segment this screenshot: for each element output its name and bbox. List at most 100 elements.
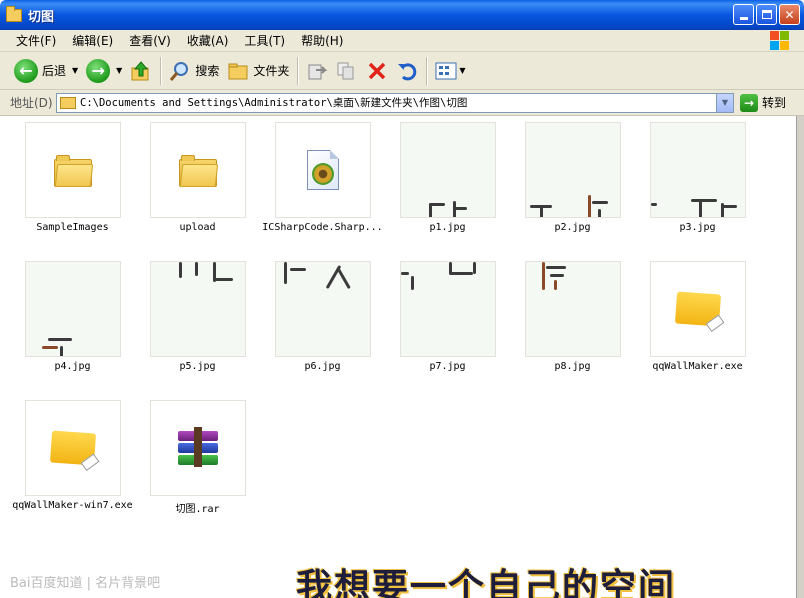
window-controls: ✕: [733, 4, 800, 25]
menu-favorites[interactable]: 收藏(A): [179, 32, 237, 49]
search-label: 搜索: [195, 64, 220, 78]
minimize-icon: [739, 17, 748, 20]
file-item[interactable]: p2.jpg: [510, 122, 635, 233]
maximize-icon: [761, 10, 772, 19]
app-icon: [49, 430, 96, 466]
folders-button[interactable]: 文件夹: [223, 55, 293, 87]
image-thumbnail: [524, 261, 621, 357]
delete-button[interactable]: [362, 55, 392, 87]
menu-tools[interactable]: 工具(T): [236, 32, 293, 49]
file-item[interactable]: p3.jpg: [635, 122, 760, 233]
image-thumbnail: [399, 122, 496, 218]
file-name: qqWallMaker.exe: [652, 361, 743, 372]
folder-up-icon: [130, 60, 152, 82]
undo-icon: [396, 60, 418, 82]
forward-dropdown-icon[interactable]: ▼: [116, 66, 122, 75]
views-grid-icon: [435, 60, 457, 82]
address-label: 地址(D): [10, 96, 53, 110]
back-label: 后退: [42, 64, 67, 78]
file-name: p6.jpg: [304, 361, 341, 372]
file-item[interactable]: p1.jpg: [385, 122, 510, 233]
image-thumbnail: [649, 122, 746, 218]
file-item[interactable]: p6.jpg: [260, 261, 385, 372]
file-thumbnail: [649, 261, 746, 357]
menu-edit[interactable]: 编辑(E): [64, 32, 121, 49]
window-title: 切图: [28, 9, 55, 25]
image-thumbnail: [524, 122, 621, 218]
overlay-caption: 我想要一个自己的空间: [296, 567, 677, 598]
file-item[interactable]: p4.jpg: [10, 261, 135, 372]
folders-label: 文件夹: [253, 64, 290, 78]
search-icon: [169, 60, 191, 82]
back-button[interactable]: ← 后退 ▼: [10, 55, 82, 87]
go-button[interactable]: → 转到: [740, 93, 787, 112]
toolbar: ← 后退 ▼ → ▼ 搜索 文件夹 ▼: [0, 52, 804, 90]
views-button[interactable]: ▼: [431, 55, 469, 87]
file-item[interactable]: SampleImages: [10, 122, 135, 233]
search-button[interactable]: 搜索: [165, 55, 223, 87]
file-item[interactable]: qqWallMaker.exe: [635, 261, 760, 372]
back-dropdown-icon[interactable]: ▼: [72, 66, 78, 75]
app-icon: [674, 291, 721, 327]
file-item[interactable]: 切图.rar: [135, 400, 260, 515]
file-list[interactable]: SampleImages upload ICSharpCode.Sharp...…: [0, 116, 796, 598]
delete-x-icon: [366, 60, 388, 82]
up-button[interactable]: [126, 55, 156, 87]
forward-arrow-icon: →: [86, 58, 111, 83]
windows-logo-icon: [770, 31, 790, 51]
folder-thumbnail: [149, 122, 246, 218]
copy-to-icon: [336, 60, 358, 82]
forward-button[interactable]: → ▼: [82, 55, 126, 87]
file-thumbnail: [24, 400, 121, 496]
file-name: p7.jpg: [429, 361, 466, 372]
file-name: SampleImages: [36, 222, 109, 233]
folder-thumbnail: [24, 122, 121, 218]
file-name: p2.jpg: [554, 222, 591, 233]
address-dropdown-icon[interactable]: ▼: [716, 93, 733, 112]
close-icon: ✕: [784, 7, 795, 22]
menu-bar: 文件(F) 编辑(E) 查看(V) 收藏(A) 工具(T) 帮助(H): [0, 30, 804, 52]
image-thumbnail: [24, 261, 121, 357]
file-name: p8.jpg: [554, 361, 591, 372]
scrollbar-edge[interactable]: [796, 116, 804, 598]
file-item[interactable]: ICSharpCode.Sharp...: [260, 122, 385, 233]
file-name: p1.jpg: [429, 222, 466, 233]
file-item[interactable]: qqWallMaker-win7.exe: [10, 400, 135, 511]
views-dropdown-icon[interactable]: ▼: [459, 66, 465, 75]
file-thumbnail: [274, 122, 371, 218]
maximize-button[interactable]: [756, 4, 777, 25]
go-label: 转到: [762, 96, 787, 110]
file-thumbnail: [149, 400, 246, 496]
close-button[interactable]: ✕: [779, 4, 800, 25]
address-input[interactable]: C:\Documents and Settings\Administrator\…: [56, 92, 734, 113]
move-to-button[interactable]: [302, 55, 332, 87]
address-bar: 地址(D) C:\Documents and Settings\Administ…: [0, 90, 804, 116]
file-name: p4.jpg: [54, 361, 91, 372]
toolbar-separator: [297, 56, 299, 85]
image-thumbnail: [399, 261, 496, 357]
menu-file[interactable]: 文件(F): [0, 32, 64, 49]
minimize-button[interactable]: [733, 4, 754, 25]
file-item[interactable]: p5.jpg: [135, 261, 260, 372]
copy-to-button[interactable]: [332, 55, 362, 87]
folders-icon: [227, 60, 249, 82]
folder-icon: [178, 155, 218, 187]
menu-help[interactable]: 帮助(H): [293, 32, 351, 49]
undo-button[interactable]: [392, 55, 422, 87]
menu-view[interactable]: 查看(V): [121, 32, 179, 49]
file-item[interactable]: p7.jpg: [385, 261, 510, 372]
cs-file-icon: [306, 150, 339, 190]
file-item[interactable]: p8.jpg: [510, 261, 635, 372]
file-name: 切图.rar: [175, 504, 220, 515]
move-to-icon: [306, 60, 328, 82]
file-name: qqWallMaker-win7.exe: [12, 500, 133, 511]
folder-icon: [6, 5, 22, 22]
file-name: p5.jpg: [179, 361, 216, 372]
toolbar-separator: [160, 56, 162, 85]
file-name: p3.jpg: [679, 222, 716, 233]
title-bar[interactable]: 切图 ✕: [0, 0, 804, 30]
toolbar-separator: [426, 56, 428, 85]
folder-icon: [60, 96, 76, 109]
file-item[interactable]: upload: [135, 122, 260, 233]
image-thumbnail: [274, 261, 371, 357]
